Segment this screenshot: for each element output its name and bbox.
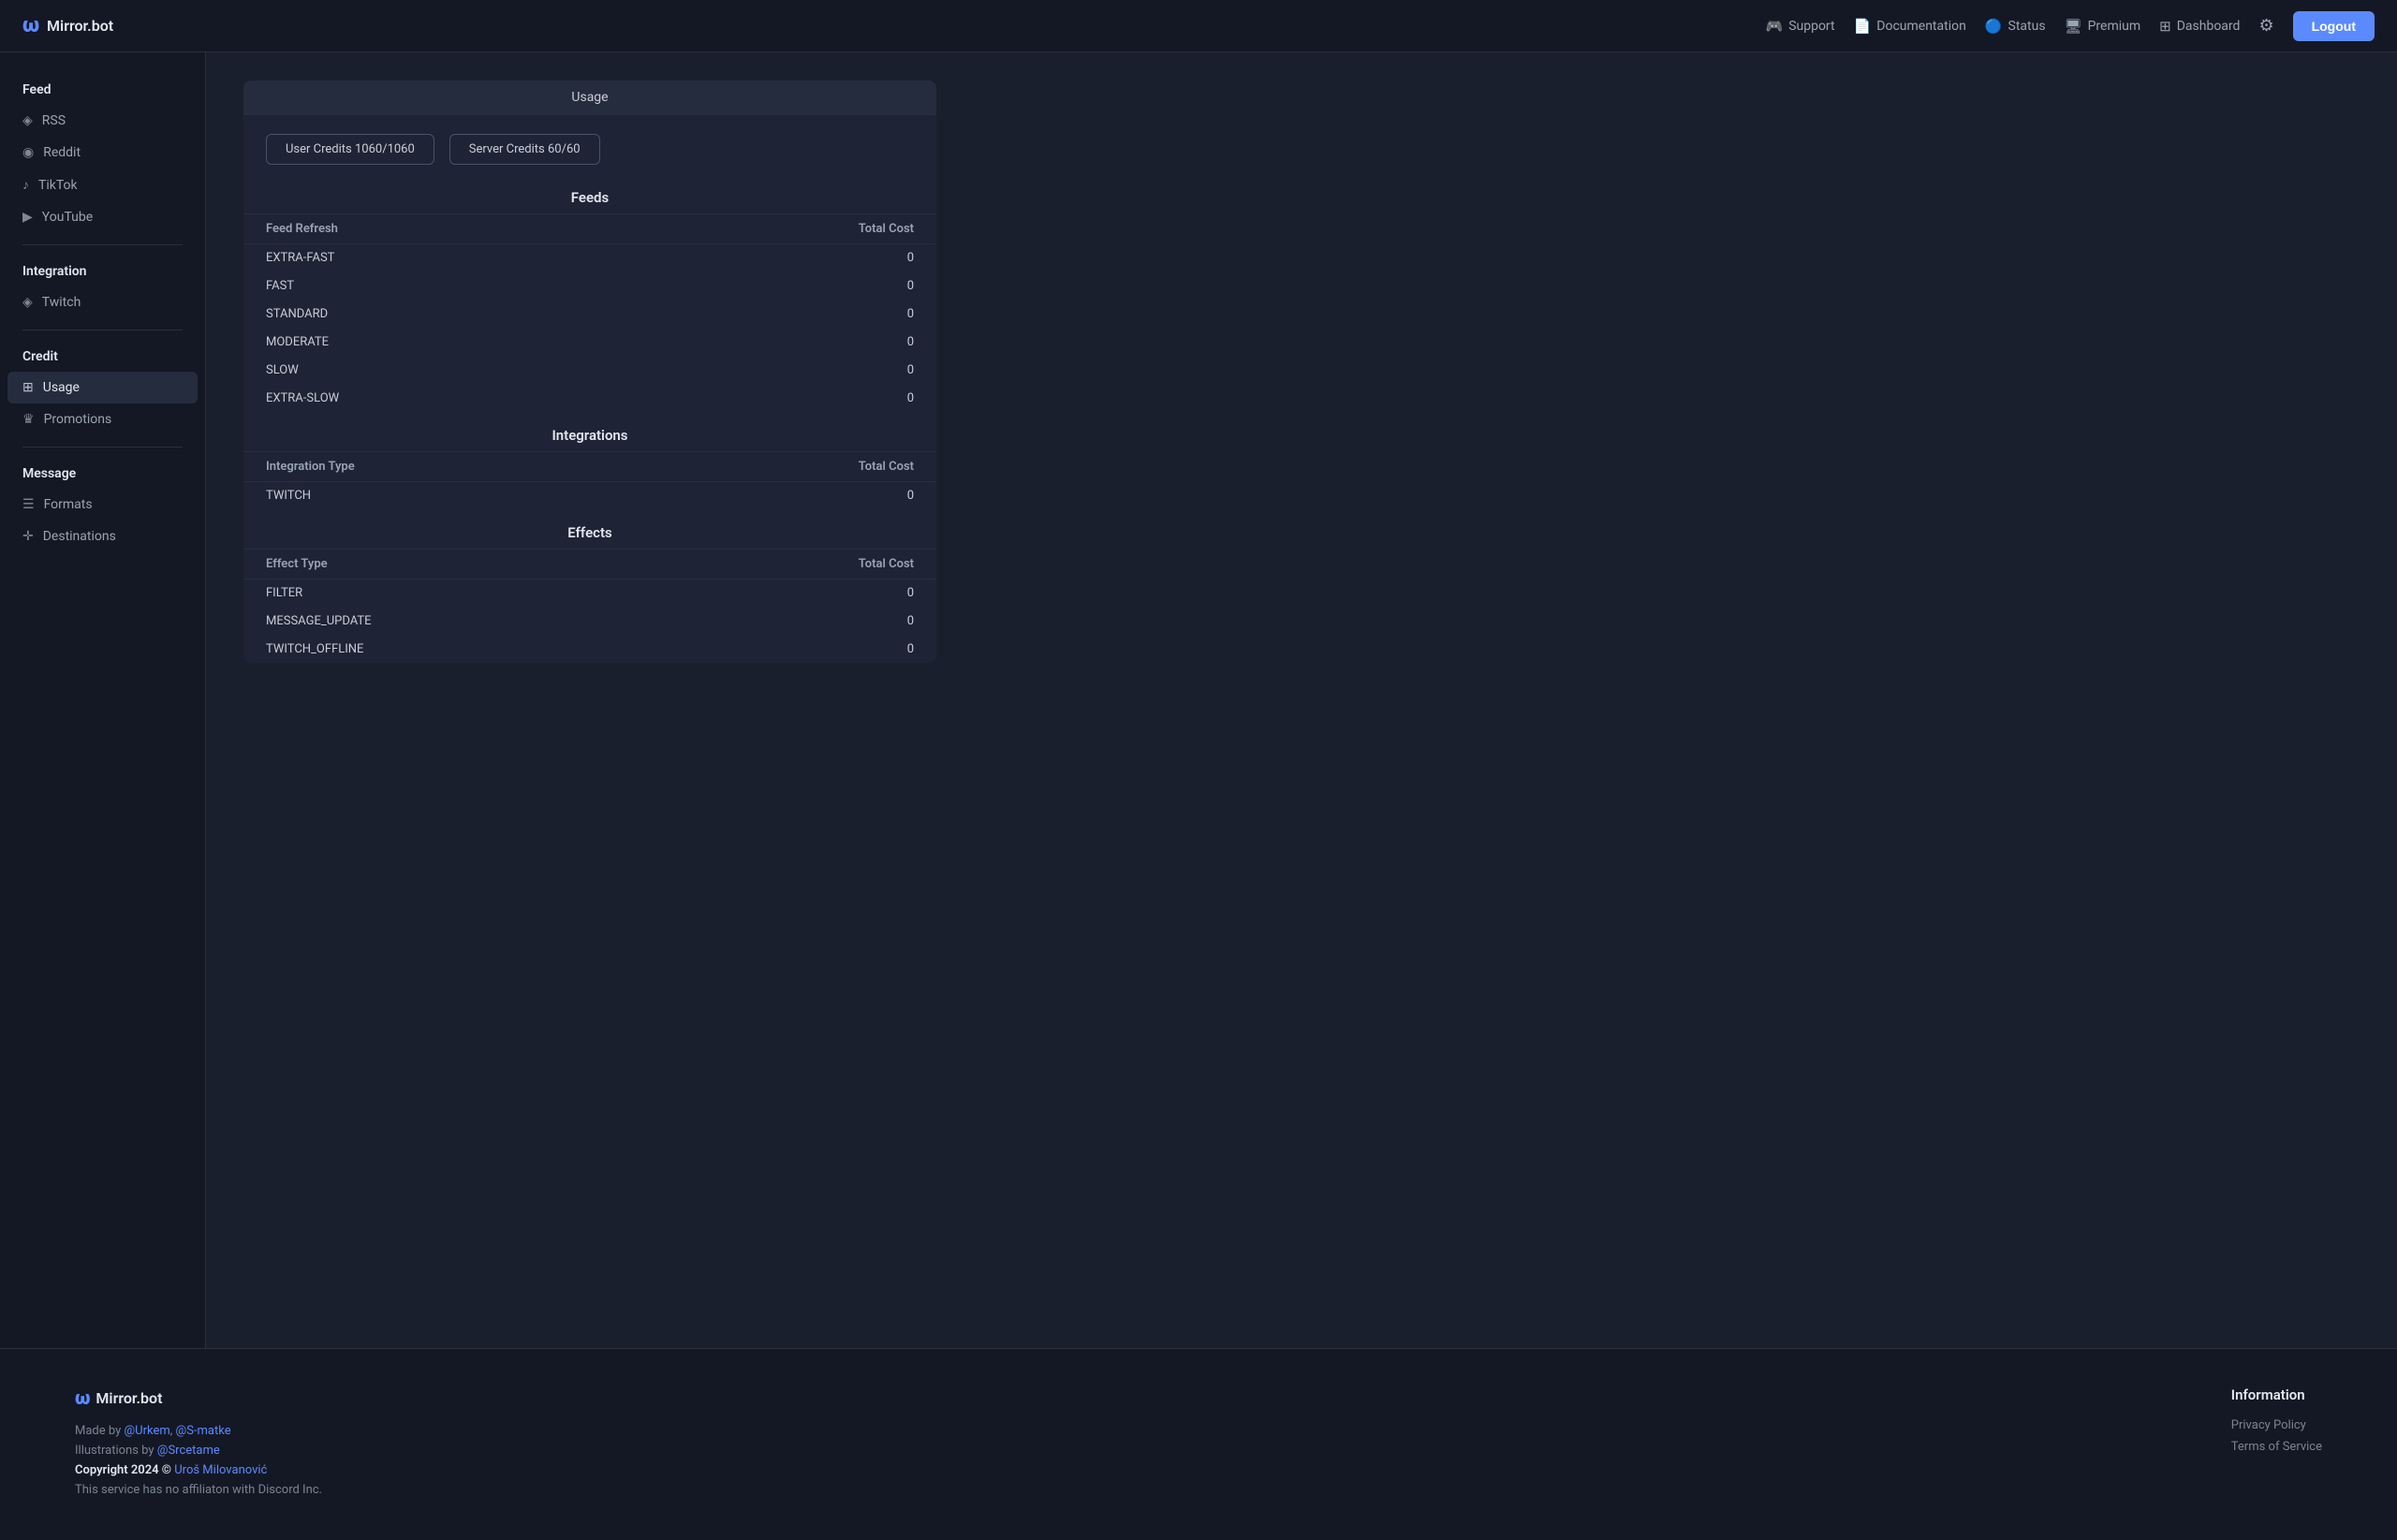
support-icon: 🎮	[1766, 18, 1784, 35]
footer-logo-row: ω Mirror.bot	[75, 1386, 322, 1409]
footer-left: ω Mirror.bot Made by @Urkem, @S-matke Il…	[75, 1386, 322, 1503]
server-credits-badge: Server Credits 60/60	[449, 134, 600, 165]
sidebar-section-integration: Integration	[0, 257, 205, 286]
nav-status[interactable]: 🔵 Status	[1985, 18, 2046, 35]
sidebar-section-credit: Credit	[0, 342, 205, 372]
youtube-icon: ▶	[22, 210, 33, 225]
integrations-table: Integration Type Total Cost TWITCH0	[243, 451, 936, 509]
effects-col1-header: Effect Type	[243, 550, 659, 579]
rss-icon: ◈	[22, 113, 33, 128]
footer-terms-link[interactable]: Terms of Service	[2231, 1440, 2322, 1454]
main-content: Usage User Credits 1060/1060 Server Cred…	[206, 52, 2397, 1348]
usage-icon: ⊞	[22, 380, 34, 395]
footer: ω Mirror.bot Made by @Urkem, @S-matke Il…	[0, 1348, 2397, 1540]
main-layout: Feed ◈ RSS ◉ Reddit ♪ TikTok ▶ YouTube I…	[0, 52, 2397, 1348]
footer-link-urkem[interactable]: @Urkem	[124, 1424, 169, 1438]
promotions-icon: ♛	[22, 412, 35, 427]
footer-disclaimer: This service has no affiliaton with Disc…	[75, 1483, 322, 1497]
sidebar-item-promotions[interactable]: ♛ Promotions	[0, 403, 205, 435]
sidebar-section-feed: Feed	[0, 75, 205, 105]
sidebar-item-twitch[interactable]: ◈ Twitch	[0, 286, 205, 318]
nav-premium[interactable]: 🖥 Premium	[2065, 18, 2141, 35]
sidebar-divider-1	[22, 244, 183, 245]
logout-button[interactable]: Logout	[2293, 11, 2375, 41]
usage-panel: Usage User Credits 1060/1060 Server Cred…	[243, 81, 936, 663]
feeds-col1-header: Feed Refresh	[243, 214, 618, 244]
destinations-icon: ✛	[22, 529, 34, 544]
footer-logo-icon: ω	[75, 1386, 88, 1409]
footer-link-author[interactable]: Uroš Milovanović	[174, 1463, 267, 1477]
sidebar-section-message: Message	[0, 459, 205, 489]
nav-dashboard[interactable]: ⊞ Dashboard	[2159, 18, 2240, 35]
feeds-title: Feeds	[243, 174, 936, 213]
footer-link-smatke[interactable]: @S-matke	[176, 1424, 231, 1438]
sidebar-item-usage[interactable]: ⊞ Usage	[7, 372, 198, 403]
integrations-col2-header: Total Cost	[640, 452, 936, 482]
table-row: TWITCH0	[243, 482, 936, 510]
nav-support[interactable]: 🎮 Support	[1766, 18, 1835, 35]
feeds-col2-header: Total Cost	[618, 214, 936, 244]
footer-link-srcetame[interactable]: @Srcetame	[157, 1444, 220, 1458]
sidebar: Feed ◈ RSS ◉ Reddit ♪ TikTok ▶ YouTube I…	[0, 52, 206, 1348]
table-row: EXTRA-SLOW0	[243, 385, 936, 413]
integrations-title: Integrations	[243, 412, 936, 451]
table-row: STANDARD0	[243, 301, 936, 329]
nav-right: 🎮 Support 📄 Documentation 🔵 Status 🖥 Pre…	[1766, 11, 2375, 41]
table-row: FAST0	[243, 272, 936, 301]
settings-button[interactable]: ⚙	[2258, 16, 2273, 36]
feeds-section: Feeds Feed Refresh Total Cost EXTRA-FAST…	[243, 174, 936, 412]
effects-col2-header: Total Cost	[659, 550, 936, 579]
effects-title: Effects	[243, 509, 936, 549]
effects-section: Effects Effect Type Total Cost FILTER0ME…	[243, 509, 936, 663]
status-icon: 🔵	[1985, 18, 2003, 35]
sidebar-item-formats[interactable]: ☰ Formats	[0, 489, 205, 521]
sidebar-item-tiktok[interactable]: ♪ TikTok	[0, 169, 205, 201]
header: ω Mirror.bot 🎮 Support 📄 Documentation 🔵…	[0, 0, 2397, 52]
logo-area: ω Mirror.bot	[22, 14, 113, 37]
user-credits-badge: User Credits 1060/1060	[266, 134, 434, 165]
table-row: MODERATE0	[243, 329, 936, 357]
table-row: EXTRA-FAST0	[243, 244, 936, 272]
integrations-section: Integrations Integration Type Total Cost…	[243, 412, 936, 509]
table-row: MESSAGE_UPDATE0	[243, 608, 936, 636]
table-row: SLOW0	[243, 357, 936, 385]
sidebar-item-destinations[interactable]: ✛ Destinations	[0, 521, 205, 552]
footer-made-by: Made by @Urkem, @S-matke	[75, 1424, 322, 1438]
footer-logo-text: Mirror.bot	[96, 1389, 162, 1407]
sidebar-item-reddit[interactable]: ◉ Reddit	[0, 137, 205, 169]
footer-privacy-link[interactable]: Privacy Policy	[2231, 1418, 2322, 1432]
table-row: TWITCH_OFFLINE0	[243, 636, 936, 664]
tiktok-icon: ♪	[22, 177, 29, 193]
premium-icon: 🖥	[2065, 18, 2082, 35]
footer-illustrations: Illustrations by @Srcetame	[75, 1444, 322, 1458]
nav-documentation[interactable]: 📄 Documentation	[1854, 18, 1966, 35]
feeds-table: Feed Refresh Total Cost EXTRA-FAST0FAST0…	[243, 213, 936, 412]
footer-info-title: Information	[2231, 1386, 2322, 1403]
logo-icon: ω	[22, 14, 37, 37]
twitch-icon: ◈	[22, 295, 33, 310]
table-row: FILTER0	[243, 579, 936, 608]
formats-icon: ☰	[22, 497, 35, 512]
reddit-icon: ◉	[22, 145, 34, 160]
footer-right: Information Privacy Policy Terms of Serv…	[2231, 1386, 2322, 1461]
logo-text: Mirror.bot	[47, 17, 113, 35]
sidebar-item-rss[interactable]: ◈ RSS	[0, 105, 205, 137]
sidebar-item-youtube[interactable]: ▶ YouTube	[0, 201, 205, 233]
footer-copyright: Copyright 2024 © Uroš Milovanović	[75, 1463, 322, 1477]
integrations-col1-header: Integration Type	[243, 452, 640, 482]
dashboard-icon: ⊞	[2159, 18, 2171, 35]
documentation-icon: 📄	[1854, 18, 1872, 35]
usage-credits-row: User Credits 1060/1060 Server Credits 60…	[243, 115, 936, 174]
effects-table: Effect Type Total Cost FILTER0MESSAGE_UP…	[243, 549, 936, 663]
usage-header: Usage	[243, 81, 936, 115]
